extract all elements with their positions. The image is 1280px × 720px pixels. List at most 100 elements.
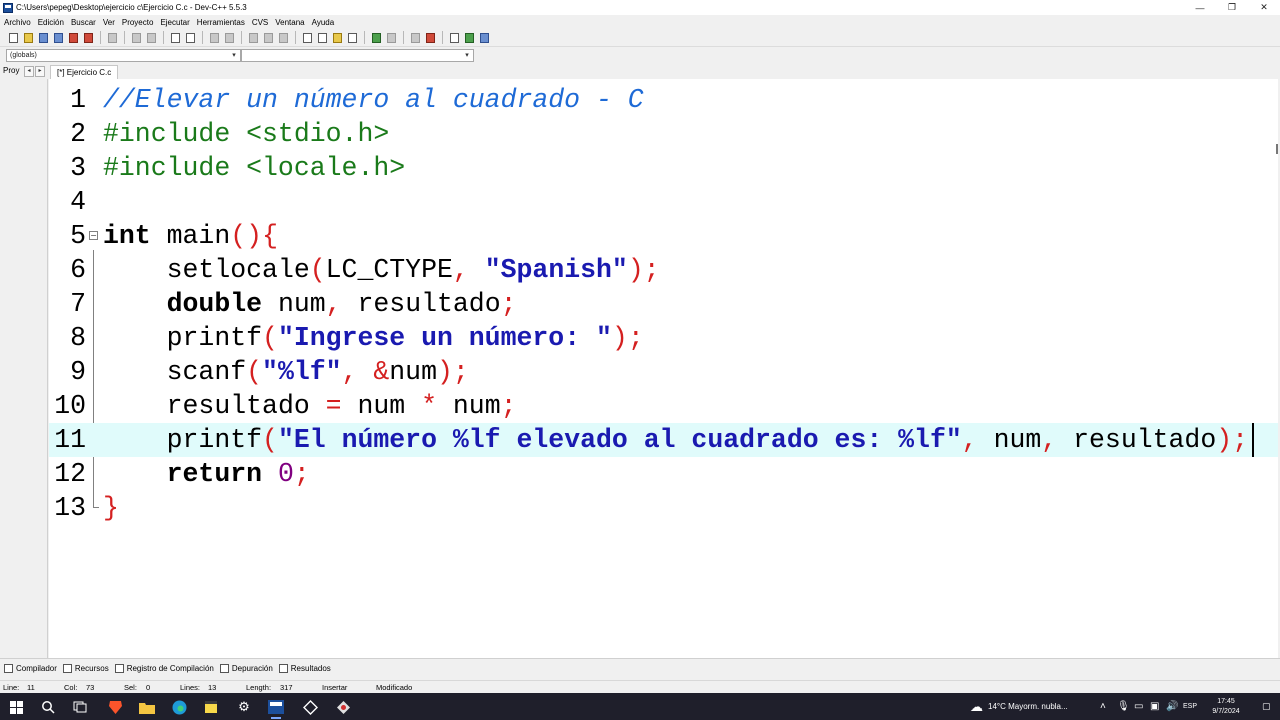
menu-ayuda[interactable]: Ayuda bbox=[311, 18, 339, 27]
tab-recursos[interactable]: Recursos bbox=[62, 664, 109, 673]
project-remove-button[interactable] bbox=[330, 31, 344, 45]
tray-microphone[interactable]: 🎙 bbox=[1117, 693, 1130, 720]
menu-ejecutar[interactable]: Ejecutar bbox=[159, 18, 193, 27]
toolbar-separator bbox=[163, 31, 164, 44]
save-all-button[interactable] bbox=[51, 31, 65, 45]
code-line[interactable]: 7 double num, resultado; bbox=[49, 287, 1278, 321]
check-syntax-button[interactable] bbox=[369, 31, 383, 45]
help-button[interactable] bbox=[477, 31, 491, 45]
find-button[interactable] bbox=[168, 31, 182, 45]
scope-select[interactable]: (globals) ▾ bbox=[6, 49, 241, 62]
project-new-button[interactable] bbox=[300, 31, 314, 45]
input-language[interactable]: ESP bbox=[1183, 693, 1197, 720]
code-line[interactable]: 13} bbox=[49, 491, 1278, 525]
menu-proyecto[interactable]: Proyecto bbox=[121, 18, 158, 27]
tab-registro[interactable]: Registro de Compilación bbox=[114, 664, 214, 673]
code-line[interactable]: 2 #include <stdio.h> bbox=[49, 117, 1278, 151]
code-line[interactable]: 3 #include <locale.h> bbox=[49, 151, 1278, 185]
print-button[interactable] bbox=[105, 31, 119, 45]
code-text: scanf("%lf", &num); bbox=[166, 357, 469, 387]
menu-archivo[interactable]: Archivo bbox=[3, 18, 35, 27]
menu-ventana[interactable]: Ventana bbox=[274, 18, 308, 27]
menu-herramientas[interactable]: Herramientas bbox=[196, 18, 249, 27]
replace-button[interactable] bbox=[183, 31, 197, 45]
member-select[interactable]: ▾ bbox=[241, 49, 474, 62]
clock[interactable]: 17:45 9/7/2024 bbox=[1207, 693, 1245, 720]
save-button[interactable] bbox=[36, 31, 50, 45]
tab-scroll-left-button[interactable]: ◂ bbox=[24, 66, 34, 77]
undo-button[interactable] bbox=[129, 31, 143, 45]
task-view-button[interactable] bbox=[70, 697, 90, 717]
code-line[interactable]: 8 printf("Ingrese un número: "); bbox=[49, 321, 1278, 355]
fold-collapse-icon[interactable]: − bbox=[89, 231, 98, 240]
windows-logo-icon bbox=[9, 700, 23, 714]
compile-button[interactable] bbox=[408, 31, 422, 45]
code-line[interactable]: 12 return 0; bbox=[49, 457, 1278, 491]
tray-network[interactable]: ▣ bbox=[1150, 693, 1159, 720]
tray-volume[interactable]: 🔊 bbox=[1166, 693, 1178, 720]
toolbar-separator bbox=[202, 31, 203, 44]
tab-editor-file[interactable]: [*] Ejercicio C.c bbox=[50, 65, 119, 79]
current-code-line[interactable]: 11 printf("El número %lf elevado al cuad… bbox=[49, 423, 1278, 457]
code-line[interactable]: 10 resultado = num * num; bbox=[49, 389, 1278, 423]
restore-button[interactable]: ❐ bbox=[1216, 0, 1248, 15]
code-line[interactable]: 6 setlocale(LC_CTYPE, "Spanish"); bbox=[49, 253, 1278, 287]
project-add-button[interactable] bbox=[315, 31, 329, 45]
close-button[interactable]: ✕ bbox=[1248, 0, 1280, 15]
app-launcher-button[interactable] bbox=[300, 697, 320, 717]
exit-button[interactable] bbox=[462, 31, 476, 45]
redo-button[interactable] bbox=[144, 31, 158, 45]
tray-overflow-button[interactable]: ˄ bbox=[1100, 693, 1106, 720]
menu-buscar[interactable]: Buscar bbox=[70, 18, 100, 27]
new-file-button[interactable] bbox=[6, 31, 20, 45]
brave-browser-button[interactable] bbox=[105, 697, 125, 717]
menu-ver[interactable]: Ver bbox=[102, 18, 119, 27]
tray-battery[interactable]: ▭ bbox=[1134, 693, 1143, 720]
minimize-button[interactable]: — bbox=[1184, 0, 1216, 15]
start-button[interactable] bbox=[6, 697, 26, 717]
compile-run-button[interactable] bbox=[423, 31, 437, 45]
close-all-icon bbox=[83, 32, 93, 43]
line-number: 7 bbox=[70, 289, 86, 319]
menu-cvs[interactable]: CVS bbox=[251, 18, 272, 27]
taskbar-search-button[interactable] bbox=[38, 697, 58, 717]
goto-button[interactable] bbox=[447, 31, 461, 45]
close-file-icon bbox=[68, 32, 78, 43]
unindent-button[interactable] bbox=[222, 31, 236, 45]
settings-button[interactable]: ⚙ bbox=[234, 697, 254, 717]
bookmark-next-button[interactable] bbox=[261, 31, 275, 45]
code-line[interactable]: 9 scanf("%lf", &num); bbox=[49, 355, 1278, 389]
notifications-button[interactable]: ▢ bbox=[1262, 693, 1271, 720]
status-col-label: Col: bbox=[64, 683, 78, 692]
menu-edicion[interactable]: Edición bbox=[37, 18, 68, 27]
tab-resultados[interactable]: Resultados bbox=[278, 664, 331, 673]
recorder-app-button[interactable] bbox=[333, 697, 353, 717]
stop-button[interactable] bbox=[384, 31, 398, 45]
open-file-button[interactable] bbox=[21, 31, 35, 45]
bookmark-toggle-button[interactable] bbox=[276, 31, 290, 45]
file-explorer-button[interactable] bbox=[137, 697, 157, 717]
tab-project[interactable]: Proy bbox=[3, 66, 19, 75]
tab-depuracion[interactable]: Depuración bbox=[219, 664, 273, 673]
scope-select-value: (globals) bbox=[10, 52, 37, 59]
sticky-notes-button[interactable] bbox=[201, 697, 221, 717]
code-line[interactable]: 1 //Elevar un número al cuadrado - C bbox=[49, 83, 1278, 117]
chevron-down-icon: ▾ bbox=[465, 52, 469, 59]
close-file-button[interactable] bbox=[66, 31, 80, 45]
tab-compilador[interactable]: Compilador bbox=[4, 664, 57, 673]
close-all-button[interactable] bbox=[81, 31, 95, 45]
code-line[interactable]: 4 bbox=[49, 185, 1278, 219]
clock-date: 9/7/2024 bbox=[1212, 707, 1240, 715]
gear-icon: ⚙ bbox=[238, 699, 250, 714]
code-line[interactable]: 5− int main(){ bbox=[49, 219, 1278, 253]
indent-button[interactable] bbox=[207, 31, 221, 45]
project-options-button[interactable] bbox=[345, 31, 359, 45]
code-editor[interactable]: 1 //Elevar un número al cuadrado - C 2 #inc… bbox=[49, 79, 1278, 658]
vertical-scroll-marker[interactable] bbox=[1276, 144, 1278, 154]
tab-scroll-right-button[interactable]: ▸ bbox=[35, 66, 45, 77]
line-number: 13 bbox=[54, 493, 86, 523]
devcpp-taskbar-button[interactable] bbox=[266, 697, 286, 717]
edge-browser-button[interactable] bbox=[169, 697, 189, 717]
bookmark-prev-button[interactable] bbox=[246, 31, 260, 45]
weather-widget[interactable]: ☁ 14°C Mayorm. nubla... bbox=[970, 693, 1068, 720]
